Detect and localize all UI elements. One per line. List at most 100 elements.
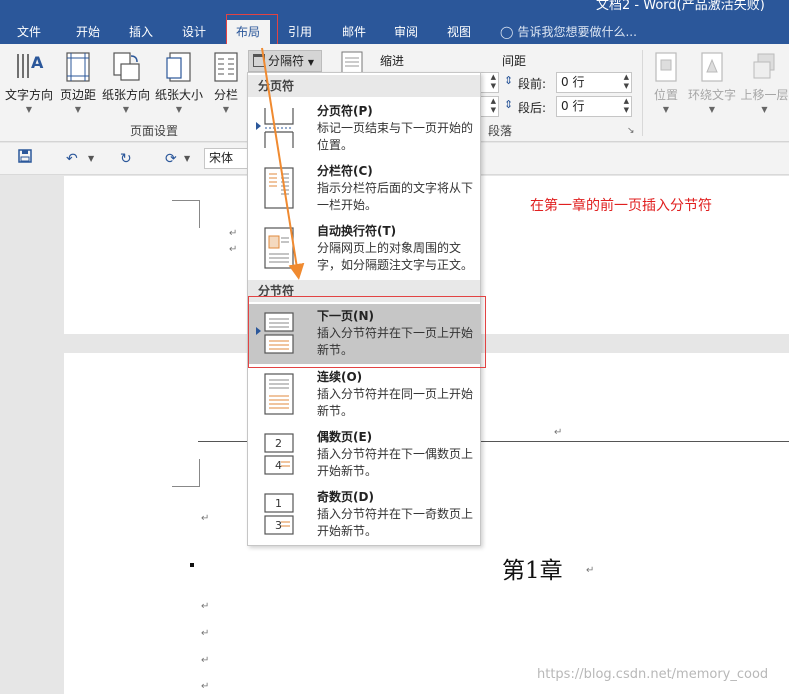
column-break-title: 分栏符(C)	[317, 164, 373, 178]
document-title: 文档2 - Word(产品激活失败)	[596, 0, 765, 13]
column-break-icon	[264, 167, 294, 209]
indent-label: 缩进	[380, 54, 405, 68]
dialog-launcher-icon[interactable]: ↘	[627, 126, 635, 136]
tab-design[interactable]: 设计	[170, 20, 218, 44]
page-break-item[interactable]: 分页符(P) 标记一页结束与下一页开始的位置。	[248, 99, 480, 159]
margins-label: 页边距	[59, 88, 96, 102]
tab-layout[interactable]: 布局	[226, 20, 270, 44]
indent-left-spinner[interactable]: ▲ ▼	[481, 72, 499, 93]
spacing-before-input[interactable]: 0 行 ▲ ▼	[556, 72, 632, 93]
next-page-break-title: 下一页(N)	[317, 309, 375, 323]
format-painter-icon[interactable]: ⟳	[165, 149, 177, 169]
tell-me-box[interactable]: ◯ 告诉我您想要做什么...	[500, 20, 637, 44]
margins-button[interactable]: 页边距 ▼	[58, 50, 98, 122]
paragraph-mark: ↵	[201, 628, 210, 639]
redo-icon[interactable]: ↻	[120, 149, 132, 169]
text-wrapping-break-desc: 分隔网页上的对象周围的文字，如分隔题注文字与正文。	[317, 241, 474, 272]
undo-icon[interactable]: ↶	[66, 149, 78, 169]
column-break-item[interactable]: 分栏符(C) 指示分栏符后面的文字将从下一栏开始。	[248, 159, 480, 219]
even-page-break-icon: 2 4	[264, 433, 294, 475]
spacing-label: 间距	[502, 54, 527, 68]
odd-page-break-title: 奇数页(D)	[317, 490, 374, 504]
wrap-text-label: 环绕文字	[687, 88, 736, 102]
page-break-icon	[264, 108, 294, 148]
chevron-down-icon: ▼	[761, 105, 768, 114]
tab-mailings[interactable]: 邮件	[330, 20, 378, 44]
margin-corner-mark	[172, 200, 200, 228]
chevron-down-icon[interactable]: ▼	[88, 149, 94, 169]
paragraph-group-label: 段落	[488, 124, 513, 138]
page-breaks-header: 分页符	[248, 75, 480, 97]
size-button[interactable]: 纸张大小 ▼	[154, 50, 204, 122]
lightbulb-icon: ◯	[500, 25, 514, 39]
odd-page-break-item[interactable]: 1 3 奇数页(D) 插入分节符并在下一奇数页上开始新节。	[248, 485, 480, 545]
svg-text:3: 3	[275, 519, 282, 532]
continuous-break-title: 连续(O)	[317, 370, 363, 384]
text-direction-button[interactable]: A 文字方向 ▼	[4, 50, 54, 122]
group-separator	[642, 50, 643, 136]
tab-insert[interactable]: 插入	[116, 20, 166, 44]
paragraph-mark: ↵	[554, 427, 563, 438]
bring-forward-label: 上移一层	[740, 88, 789, 102]
chevron-down-icon[interactable]: ▼	[184, 149, 190, 169]
svg-text:1: 1	[275, 497, 282, 510]
spinner-arrows-icon[interactable]: ▲ ▼	[624, 73, 629, 91]
paper-size-icon	[166, 52, 191, 82]
chevron-down-icon: ▼	[74, 105, 82, 114]
paragraph-mark: ↵	[201, 681, 210, 692]
chevron-down-icon: ▼	[307, 58, 314, 67]
tab-review[interactable]: 审阅	[382, 20, 430, 44]
spacing-after-value: 0 行	[561, 99, 585, 113]
text-wrapping-break-title: 自动换行符(T)	[317, 224, 397, 238]
bring-forward-button[interactable]: 上移一层 ▼	[740, 50, 789, 122]
tab-home[interactable]: 开始	[62, 20, 114, 44]
breaks-icon	[253, 54, 265, 67]
tab-references[interactable]: 引用	[276, 20, 324, 44]
paragraph-mark: ↵	[229, 244, 238, 255]
paragraph-mark: ↵	[201, 655, 210, 666]
continuous-break-desc: 插入分节符并在同一页上开始新节。	[317, 387, 474, 418]
indent-right-spinner[interactable]: ▲ ▼	[481, 96, 499, 117]
paragraph-mark: ↵	[201, 601, 210, 612]
breaks-dropdown-menu: 分页符 分页符(P) 标记一页结束与下一页开始的位置。 分栏符(C) 指示分栏符…	[247, 72, 481, 546]
next-page-break-item[interactable]: 下一页(N) 插入分节符并在下一页上开始新节。	[248, 304, 480, 364]
orientation-button[interactable]: 纸张方向 ▼	[100, 50, 152, 122]
save-icon[interactable]	[18, 149, 32, 169]
spacing-before-value: 0 行	[561, 75, 585, 89]
even-page-break-desc: 插入分节符并在下一偶数页上开始新节。	[317, 447, 474, 478]
page-break-title: 分页符(P)	[317, 104, 373, 118]
chevron-down-icon: ▼	[175, 105, 183, 114]
wrap-text-button[interactable]: 环绕文字 ▼	[686, 50, 738, 122]
position-label: 位置	[653, 88, 678, 102]
svg-text:4: 4	[275, 459, 282, 472]
breaks-button[interactable]: 分隔符 ▼	[248, 50, 322, 72]
columns-icon	[214, 52, 238, 82]
section-breaks-header: 分节符	[248, 280, 480, 302]
margin-corner-mark	[172, 459, 200, 487]
spacing-before-icon: ⇕	[504, 74, 514, 87]
continuous-break-item[interactable]: 连续(O) 插入分节符并在同一页上开始新节。	[248, 365, 480, 425]
text-direction-label: 文字方向	[4, 88, 53, 102]
margins-icon	[66, 52, 90, 82]
chevron-down-icon: ▼	[222, 105, 230, 114]
tab-view[interactable]: 视图	[436, 20, 482, 44]
odd-page-break-desc: 插入分节符并在下一奇数页上开始新节。	[317, 507, 474, 538]
text-wrapping-break-item[interactable]: 自动换行符(T) 分隔网页上的对象周围的文字，如分隔题注文字与正文。	[248, 219, 480, 279]
position-button[interactable]: 位置 ▼	[650, 50, 682, 122]
spinner-arrows-icon[interactable]: ▲ ▼	[624, 97, 629, 115]
font-name-input[interactable]: 宋体	[204, 148, 250, 169]
text-wrapping-break-icon	[264, 227, 294, 269]
tab-file[interactable]: 文件	[6, 20, 52, 44]
chevron-down-icon: ▼	[122, 105, 130, 114]
size-label: 纸张大小	[154, 88, 203, 102]
columns-button[interactable]: 分栏 ▼	[210, 50, 242, 122]
paragraph-mark: ↵	[586, 565, 595, 576]
next-page-break-icon	[264, 312, 294, 354]
watermark-text: https://blog.csdn.net/memory_cood	[537, 667, 769, 682]
spacing-after-input[interactable]: 0 行 ▲ ▼	[556, 96, 632, 117]
tell-me-text: 告诉我您想要做什么...	[517, 25, 637, 39]
title-bar: 文档2 - Word(产品激活失败) 文件 开始 插入 设计 布局 引用 邮件 …	[0, 0, 789, 44]
even-page-break-item[interactable]: 2 4 偶数页(E) 插入分节符并在下一偶数页上开始新节。	[248, 425, 480, 485]
spacing-before-label: 段前:	[518, 77, 547, 91]
instruction-annotation: 在第一章的前一页插入分节符	[530, 198, 712, 214]
